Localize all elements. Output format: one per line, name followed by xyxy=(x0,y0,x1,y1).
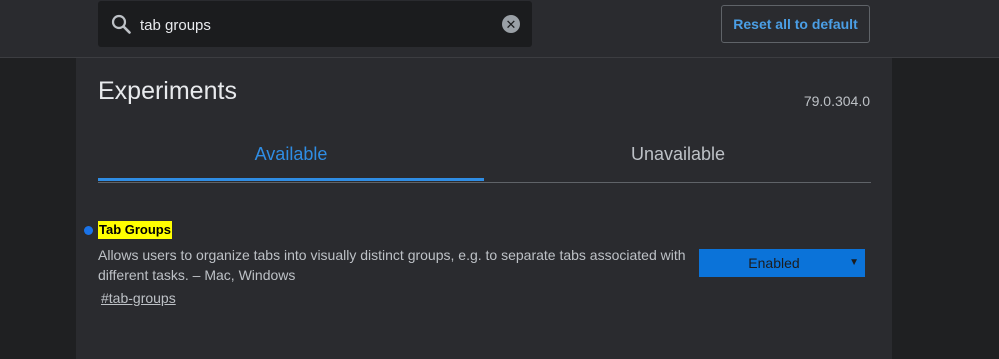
search-icon xyxy=(110,13,132,35)
search-box[interactable]: ✕ xyxy=(98,1,532,47)
page-title: Experiments xyxy=(98,77,237,105)
experiments-panel: Experiments 79.0.304.0 Available Unavail… xyxy=(76,58,892,359)
top-bar: ✕ Reset all to default xyxy=(0,0,999,58)
flag-state-value: Enabled xyxy=(748,255,800,271)
tab-unavailable[interactable]: Unavailable xyxy=(485,136,871,180)
version-label: 79.0.304.0 xyxy=(803,93,870,109)
reset-all-button[interactable]: Reset all to default xyxy=(721,5,870,43)
flag-permalink[interactable]: #tab-groups xyxy=(101,290,176,306)
flag-description: Allows users to organize tabs into visua… xyxy=(98,247,686,283)
modified-indicator-dot xyxy=(84,226,93,235)
flag-title: Tab Groups xyxy=(98,221,172,239)
search-input[interactable] xyxy=(140,15,480,35)
caret-down-icon: ▼ xyxy=(849,257,859,268)
flag-state-select[interactable]: Enabled ▼ xyxy=(699,249,865,277)
clear-search-icon[interactable]: ✕ xyxy=(502,15,520,33)
tab-bar: Available Unavailable xyxy=(98,136,871,183)
tab-available[interactable]: Available xyxy=(98,136,484,181)
